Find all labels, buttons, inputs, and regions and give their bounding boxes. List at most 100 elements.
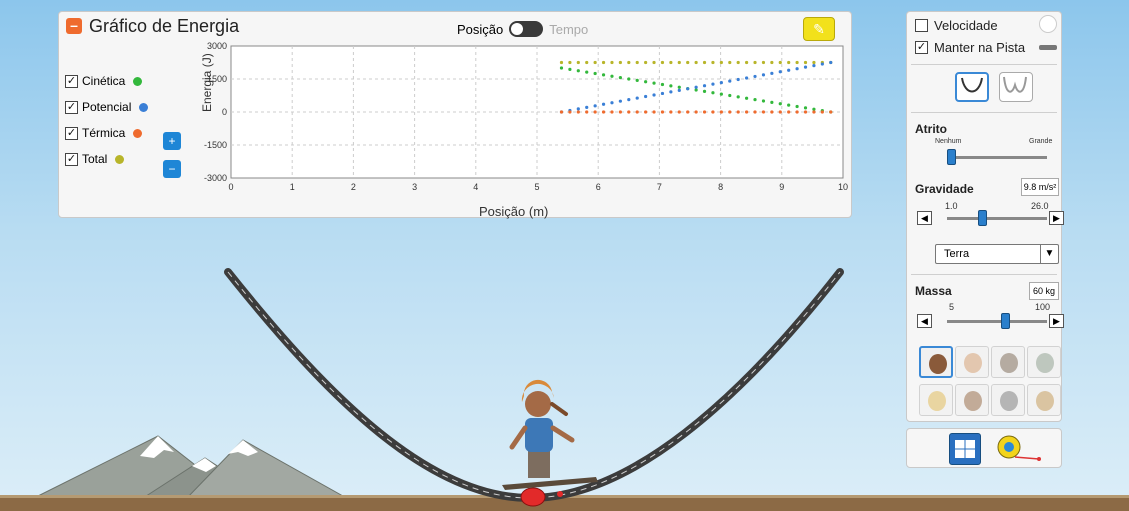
keep-on-track-option[interactable]: ✓ Manter na Pista: [915, 40, 1025, 55]
checkbox-checked-icon[interactable]: ✓: [65, 74, 78, 88]
mass-increase-button[interactable]: ▶: [1049, 314, 1064, 328]
series-point-cinética: [576, 69, 580, 73]
energy-graph-panel: – Gráfico de Energia Posição Tempo ✎ ✓ C…: [58, 11, 852, 219]
series-point-térmica: [719, 110, 723, 114]
y-tick-label: -3000: [204, 173, 227, 183]
series-point-cinética: [761, 99, 766, 103]
tools-panel: [906, 428, 1062, 468]
graph-title: Gráfico de Energia: [89, 16, 240, 36]
series-point-cinética: [787, 103, 791, 107]
friction-min-label: Nenhum: [935, 138, 962, 145]
friction-slider-thumb[interactable]: [947, 149, 956, 165]
x-tick-label: 5: [534, 182, 539, 192]
series-point-térmica: [829, 110, 833, 114]
gravity-decrease-button[interactable]: ◀: [917, 211, 932, 225]
series-point-térmica: [644, 110, 648, 114]
series-point-total: [761, 60, 766, 65]
series-point-térmica: [711, 110, 715, 114]
series-point-cinética: [559, 66, 564, 70]
gravity-slider-thumb[interactable]: [978, 210, 987, 226]
series-point-cinética: [644, 80, 648, 84]
series-point-potencial: [728, 79, 732, 83]
ground: [0, 497, 1129, 511]
x-axis-label: Posição (m): [479, 204, 549, 219]
series-point-potencial: [820, 62, 824, 66]
checkbox-checked-icon[interactable]: ✓: [65, 152, 78, 166]
series-point-potencial: [702, 84, 707, 88]
series-point-cinética: [728, 93, 732, 98]
friction-slider-track[interactable]: [947, 156, 1047, 159]
position-time-toggle[interactable]: Posição Tempo: [457, 21, 588, 37]
series-point-total: [618, 60, 622, 65]
series-point-potencial: [719, 81, 723, 85]
y-tick-label: 1500: [207, 74, 227, 84]
series-point-térmica: [728, 110, 732, 114]
legend-item-kinetic[interactable]: ✓ Cinética: [65, 68, 148, 94]
legend-item-total[interactable]: ✓ Total: [65, 146, 148, 172]
legend-label: Total: [82, 152, 108, 166]
series-point-térmica: [610, 110, 614, 114]
eraser-icon[interactable]: ✎: [803, 17, 835, 41]
series-point-cinética: [568, 67, 572, 71]
measuring-tape-icon[interactable]: [995, 433, 1041, 465]
series-point-cinética: [652, 81, 656, 85]
character-skater-2[interactable]: [955, 346, 989, 378]
toggle-switch[interactable]: [509, 21, 544, 37]
series-point-térmica: [803, 110, 808, 114]
track-shape-bowl-button[interactable]: [955, 72, 989, 102]
legend-label: Potencial: [82, 100, 132, 114]
x-tick-label: 8: [718, 182, 723, 192]
series-point-térmica: [761, 110, 766, 114]
series-point-térmica: [669, 110, 673, 114]
character-skater-5[interactable]: [919, 384, 953, 416]
mass-decrease-button[interactable]: ◀: [917, 314, 932, 328]
series-point-potencial: [635, 96, 639, 100]
series-point-total: [787, 60, 791, 65]
chevron-down-icon[interactable]: ▼: [1040, 245, 1058, 263]
double-well-track-icon: [1003, 76, 1027, 93]
checkbox-unchecked-icon[interactable]: [915, 19, 928, 32]
series-point-térmica: [601, 110, 606, 114]
toggle-label-time: Tempo: [549, 21, 589, 37]
mass-slider-thumb[interactable]: [1001, 313, 1010, 329]
track-shape-double-button[interactable]: [999, 72, 1033, 102]
minus-icon[interactable]: –: [66, 18, 82, 34]
x-tick-label: 1: [290, 182, 295, 192]
checkbox-checked-icon[interactable]: ✓: [65, 126, 78, 140]
character-skater-6[interactable]: [955, 384, 989, 416]
energy-chart: 0 1 2 3 4 5 6 7 8 9 10 3000 1500 0 -1500 -3000: [204, 41, 848, 192]
x-tick-label: 6: [596, 182, 601, 192]
character-skater-1[interactable]: [919, 346, 953, 378]
series-point-total: [568, 60, 572, 65]
character-skater-3[interactable]: [991, 346, 1025, 378]
gravity-slider-track[interactable]: [947, 217, 1047, 220]
series-point-total: [812, 60, 816, 65]
character-dog-2[interactable]: [1027, 384, 1061, 416]
series-point-térmica: [820, 110, 824, 114]
y-tick-label: 3000: [207, 41, 227, 51]
gravity-title: Gravidade: [915, 182, 974, 196]
gravity-increase-button[interactable]: ▶: [1049, 211, 1064, 225]
series-point-potencial: [644, 94, 648, 99]
velocity-option[interactable]: Velocidade: [915, 18, 998, 33]
mass-slider-track[interactable]: [947, 320, 1047, 323]
legend-label: Cinética: [82, 74, 126, 88]
checkbox-checked-icon[interactable]: ✓: [915, 41, 928, 54]
series-point-total: [803, 60, 808, 65]
series-point-potencial: [736, 77, 740, 82]
character-skater-4[interactable]: [1027, 346, 1061, 378]
legend-item-thermal[interactable]: ✓ Térmica: [65, 120, 148, 146]
series-point-térmica: [787, 110, 791, 114]
total-color-dot: [115, 154, 125, 164]
series-point-cinética: [635, 78, 639, 82]
mass-min-label: 5: [949, 302, 955, 312]
mass-max-label: 100: [1035, 302, 1051, 312]
planet-select[interactable]: Terra ▼: [935, 244, 1059, 264]
grid-toggle-icon[interactable]: [949, 433, 981, 465]
checkbox-checked-icon[interactable]: ✓: [65, 100, 78, 114]
legend-item-potential[interactable]: ✓ Potencial: [65, 94, 149, 120]
series-point-térmica: [576, 110, 580, 114]
character-dog-1[interactable]: [991, 384, 1025, 416]
series-point-térmica: [593, 110, 597, 114]
series-point-total: [778, 60, 782, 65]
